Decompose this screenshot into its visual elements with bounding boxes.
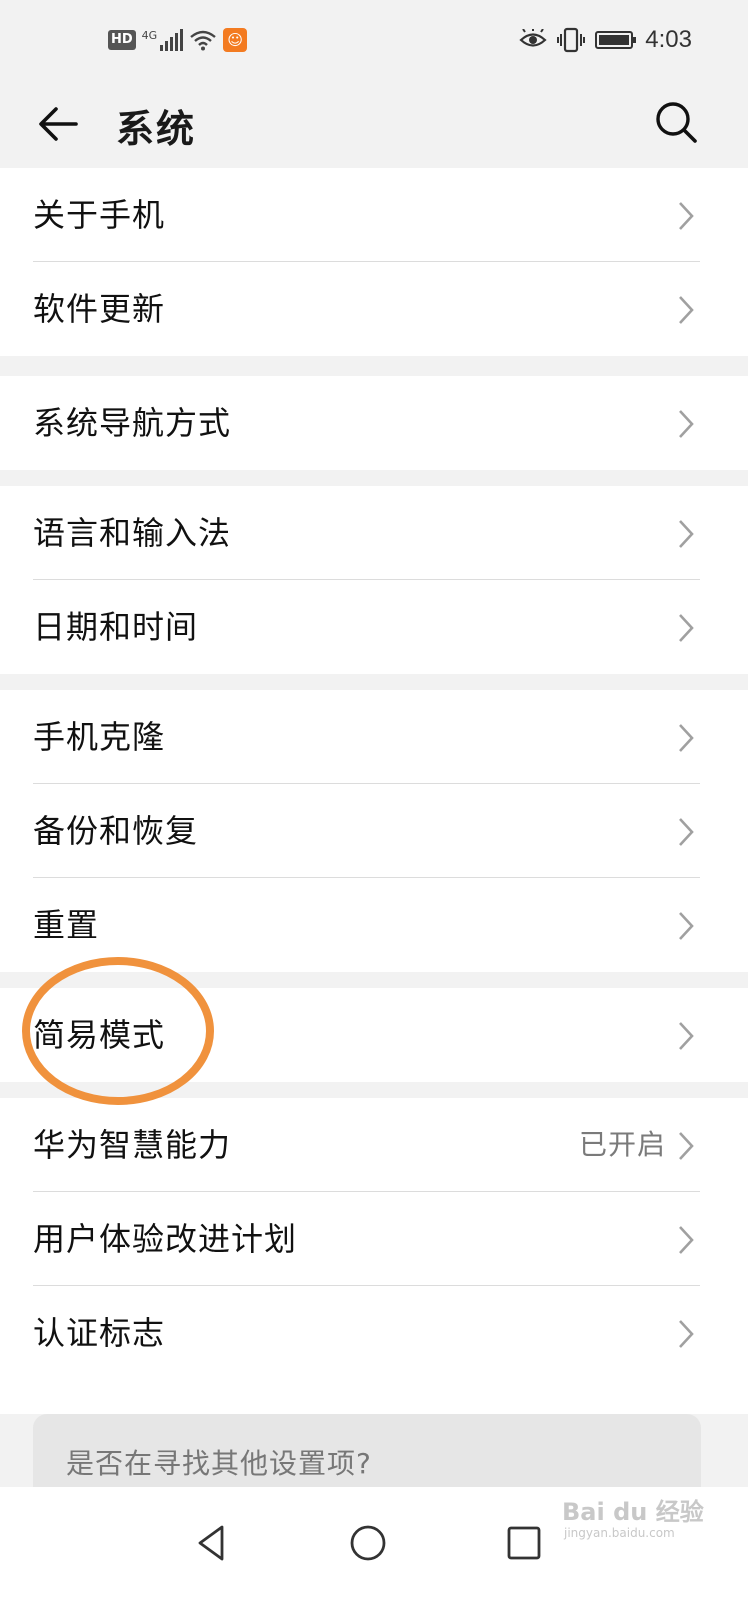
chevron-right-icon <box>679 1132 694 1160</box>
settings-group-backup: 手机克隆 备份和恢复 重置 <box>0 690 748 972</box>
chevron-right-icon <box>679 1022 694 1050</box>
eye-comfort-icon <box>519 29 547 47</box>
hd-icon: HD <box>108 30 136 50</box>
item-label: 用户体验改进计划 <box>33 1220 298 1258</box>
settings-item-phone-clone[interactable]: 手机克隆 <box>0 690 748 784</box>
clock-time: 4:03 <box>645 26 692 53</box>
chevron-right-icon <box>679 912 694 940</box>
settings-item-backup-restore[interactable]: 备份和恢复 <box>0 784 748 878</box>
settings-item-certification[interactable]: 认证标志 <box>0 1286 748 1380</box>
status-right: 4:03 <box>519 26 692 54</box>
settings-group-navigation: 系统导航方式 <box>0 376 748 470</box>
settings-group-language: 语言和输入法 日期和时间 <box>0 486 748 674</box>
item-label: 备份和恢复 <box>33 812 199 850</box>
nav-back-icon[interactable] <box>192 1523 232 1563</box>
chevron-right-icon <box>679 724 694 752</box>
watermark-brand: Bai du 经验 <box>562 1498 704 1526</box>
other-settings-text: 是否在寻找其他设置项? <box>66 1447 372 1480</box>
baidu-watermark: Bai du 经验 jingyan.baidu.com <box>562 1488 712 1544</box>
wifi-icon <box>190 30 216 51</box>
status-bar: HD 4G ☺ 4:03 <box>0 0 748 86</box>
item-label: 日期和时间 <box>33 608 199 646</box>
settings-item-user-experience[interactable]: 用户体验改进计划 <box>0 1192 748 1286</box>
settings-group-device: 关于手机 软件更新 <box>0 168 748 356</box>
title-bar: 系统 <box>0 86 748 168</box>
search-icon[interactable] <box>650 96 702 148</box>
item-label: 重置 <box>33 906 100 944</box>
settings-item-reset[interactable]: 重置 <box>0 878 748 972</box>
item-label: 认证标志 <box>33 1314 166 1352</box>
network-type: 4G <box>141 29 158 42</box>
item-label: 语言和输入法 <box>33 514 232 552</box>
item-label: 手机克隆 <box>33 718 166 756</box>
chevron-right-icon <box>679 410 694 438</box>
item-label: 华为智慧能力 <box>33 1126 232 1164</box>
watermark-url: jingyan.baidu.com <box>564 1526 675 1540</box>
status-left: HD 4G ☺ <box>108 28 248 52</box>
chevron-right-icon <box>679 202 694 230</box>
item-label: 关于手机 <box>33 196 166 234</box>
chevron-right-icon <box>679 614 694 642</box>
settings-item-date-time[interactable]: 日期和时间 <box>0 580 748 674</box>
settings-group-simple-mode: 简易模式 <box>0 988 748 1082</box>
item-label: 系统导航方式 <box>33 404 232 442</box>
nav-home-icon[interactable] <box>348 1523 388 1563</box>
signal-icon: 4G <box>142 29 184 51</box>
settings-item-language-input[interactable]: 语言和输入法 <box>0 486 748 580</box>
settings-item-huawei-ai[interactable]: 华为智慧能力 已开启 <box>0 1098 748 1192</box>
item-status-value: 已开启 <box>578 1128 666 1161</box>
page-title: 系统 <box>116 107 197 151</box>
chevron-right-icon <box>679 818 694 846</box>
battery-icon <box>595 31 637 49</box>
settings-item-software-update[interactable]: 软件更新 <box>0 262 748 356</box>
item-label: 简易模式 <box>33 1016 166 1054</box>
uc-browser-icon: ☺ <box>223 28 248 52</box>
nav-recents-icon[interactable] <box>504 1523 544 1563</box>
chevron-right-icon <box>679 296 694 324</box>
vibrate-icon <box>557 27 586 53</box>
settings-group-smart: 华为智慧能力 已开启 用户体验改进计划 认证标志 <box>0 1098 748 1414</box>
chevron-right-icon <box>679 1320 694 1348</box>
item-label: 软件更新 <box>33 290 166 328</box>
settings-item-simple-mode[interactable]: 简易模式 <box>0 988 748 1082</box>
chevron-right-icon <box>679 1226 694 1254</box>
settings-item-about-phone[interactable]: 关于手机 <box>0 168 748 262</box>
chevron-right-icon <box>679 520 694 548</box>
back-arrow-icon[interactable] <box>34 100 82 148</box>
settings-item-system-navigation[interactable]: 系统导航方式 <box>0 376 748 470</box>
